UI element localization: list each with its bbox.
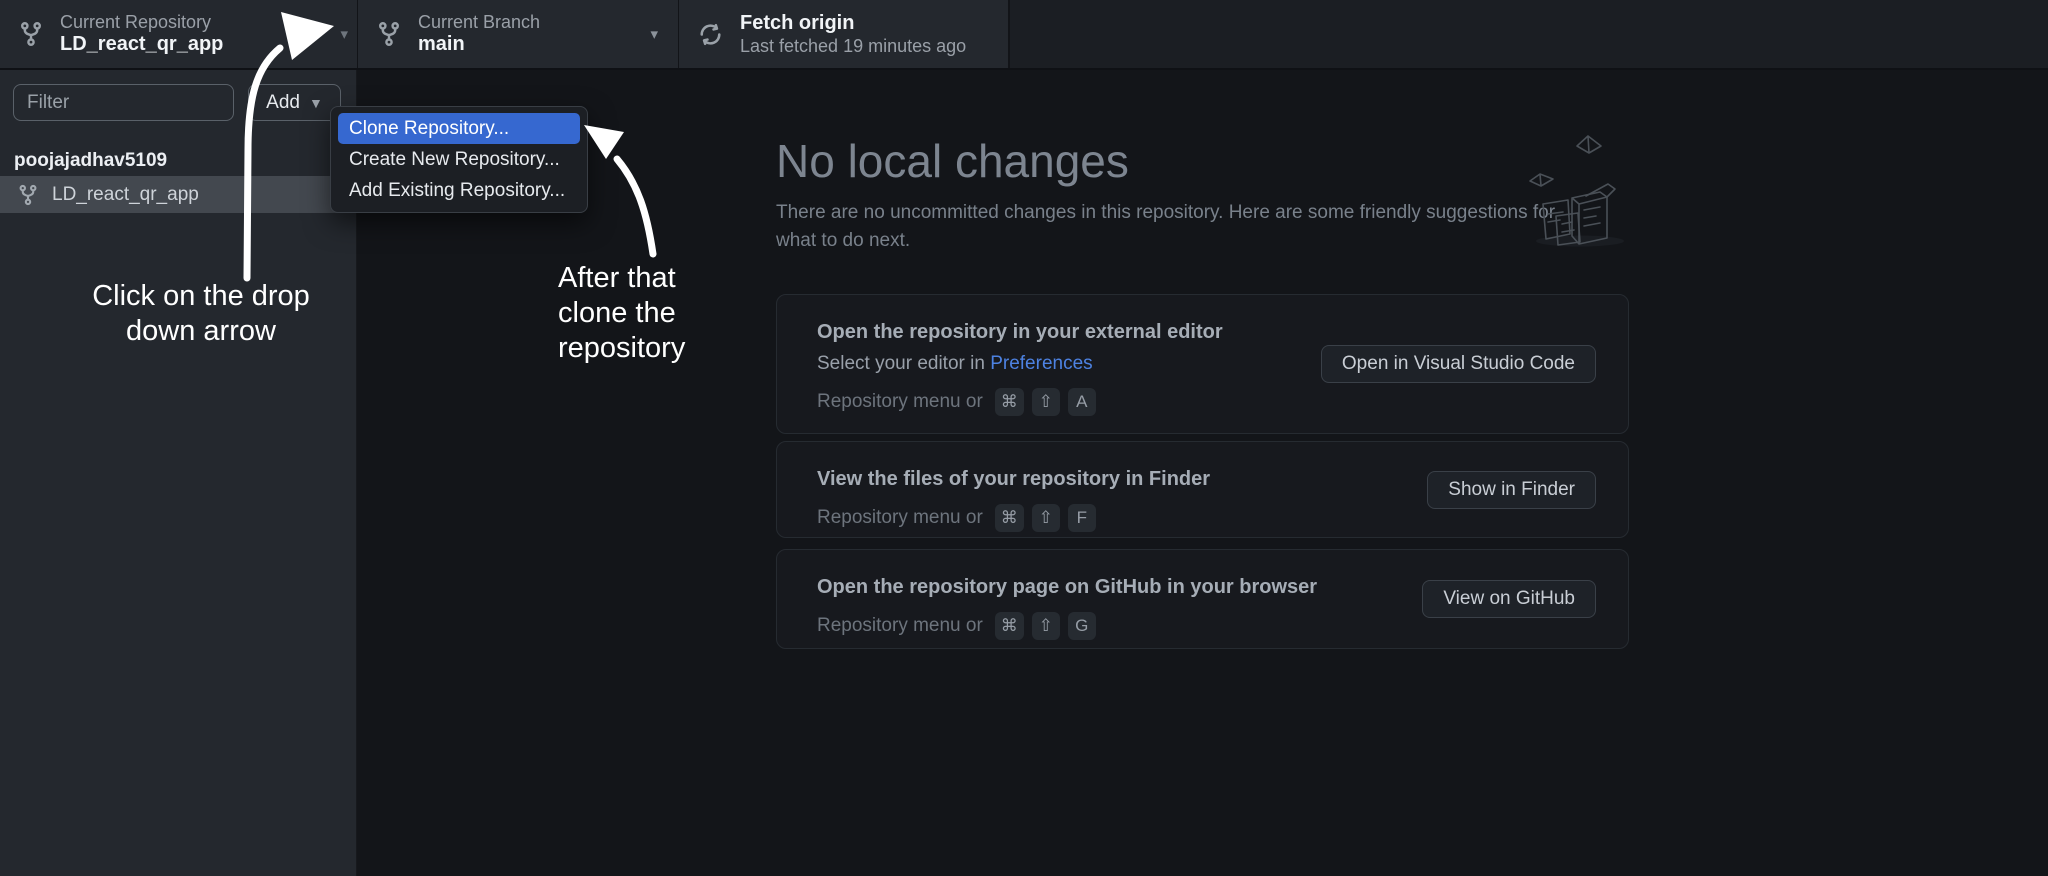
- menu-item-add-existing-repository[interactable]: Add Existing Repository...: [338, 175, 580, 206]
- menu-item-create-new-repository[interactable]: Create New Repository...: [338, 144, 580, 175]
- branch-icon: [376, 21, 402, 47]
- shortcut-prefix: Repository menu or: [817, 507, 983, 528]
- letter-key: F: [1067, 504, 1096, 532]
- suggestion-card-github: Open the repository page on GitHub in yo…: [776, 549, 1629, 649]
- toolbar: Current Repository LD_react_qr_app ▾ Cur…: [0, 0, 2048, 70]
- chevron-down-icon: ▾: [650, 26, 658, 43]
- editor-hint-text: Select your editor in: [817, 353, 985, 374]
- repositories-sidebar: Add ▼ poojajadhav5109 LD_react_qr_app: [0, 70, 357, 876]
- toolbar-divider: [1008, 0, 1010, 68]
- sync-icon: [697, 21, 724, 48]
- page-subtitle: There are no uncommitted changes in this…: [776, 202, 1556, 251]
- repo-list-item-name: LD_react_qr_app: [52, 183, 199, 205]
- annotation-arrow-2: [613, 155, 657, 258]
- annotation-line: clone the: [558, 297, 676, 329]
- add-repository-button[interactable]: Add ▼: [248, 84, 341, 121]
- page-title: No local changes: [776, 135, 1129, 187]
- view-on-github-button[interactable]: View on GitHub: [1422, 580, 1596, 618]
- suggestion-card-external-editor: Open the repository in your external edi…: [776, 294, 1629, 434]
- repo-fork-icon: [18, 21, 44, 47]
- repo-group-header: poojajadhav5109: [14, 150, 168, 171]
- preferences-link[interactable]: Preferences: [990, 353, 1092, 374]
- repo-fork-icon: [17, 184, 39, 206]
- current-repository-label: Current Repository: [60, 12, 212, 32]
- annotation-line: repository: [558, 332, 686, 364]
- fetch-origin-label: Fetch origin: [740, 12, 855, 34]
- add-dropdown-menu: Clone Repository... Create New Repositor…: [330, 106, 588, 213]
- annotation-arrowhead-2: [584, 125, 624, 159]
- current-branch-value: main: [418, 33, 465, 55]
- current-branch-button[interactable]: Current Branch main ▾: [358, 0, 678, 68]
- card-title: Open the repository in your external edi…: [817, 321, 1223, 343]
- papers-illustration: [1520, 126, 1640, 256]
- letter-key: A: [1067, 388, 1096, 416]
- fetch-origin-button[interactable]: Fetch origin Last fetched 19 minutes ago: [679, 0, 1008, 68]
- cmd-key-icon: ⌘: [994, 504, 1024, 532]
- chevron-down-icon: ▾: [340, 26, 348, 43]
- fetch-origin-sublabel: Last fetched 19 minutes ago: [740, 36, 967, 56]
- annotation-note-clone: After that clone the repository: [558, 261, 685, 366]
- current-repository-button[interactable]: Current Repository LD_react_qr_app ▾: [0, 0, 357, 68]
- annotation-line: After that: [558, 262, 676, 294]
- shift-key-icon: ⇧: [1031, 612, 1060, 640]
- current-branch-label: Current Branch: [418, 12, 541, 32]
- letter-key: G: [1067, 612, 1096, 640]
- cmd-key-icon: ⌘: [994, 388, 1024, 416]
- add-button-label: Add: [266, 91, 300, 113]
- filter-input[interactable]: [13, 84, 234, 121]
- github-desktop-window: Current Repository LD_react_qr_app ▾ Cur…: [0, 0, 2048, 876]
- shift-key-icon: ⇧: [1031, 388, 1060, 416]
- shift-key-icon: ⇧: [1031, 504, 1060, 532]
- cmd-key-icon: ⌘: [994, 612, 1024, 640]
- show-in-finder-button[interactable]: Show in Finder: [1427, 470, 1596, 509]
- repo-list-item-selected[interactable]: LD_react_qr_app: [0, 176, 355, 213]
- suggestion-card-finder: View the files of your repository in Fin…: [776, 441, 1629, 538]
- current-repository-value: LD_react_qr_app: [60, 33, 224, 55]
- open-in-vscode-button[interactable]: Open in Visual Studio Code: [1320, 345, 1596, 383]
- shortcut-prefix: Repository menu or: [817, 615, 983, 636]
- chevron-down-icon: ▼: [308, 94, 323, 111]
- shortcut-row: Repository menu or ⌘ ⇧ A: [817, 388, 1596, 416]
- shortcut-prefix: Repository menu or: [817, 391, 983, 412]
- menu-item-clone-repository[interactable]: Clone Repository...: [338, 113, 580, 144]
